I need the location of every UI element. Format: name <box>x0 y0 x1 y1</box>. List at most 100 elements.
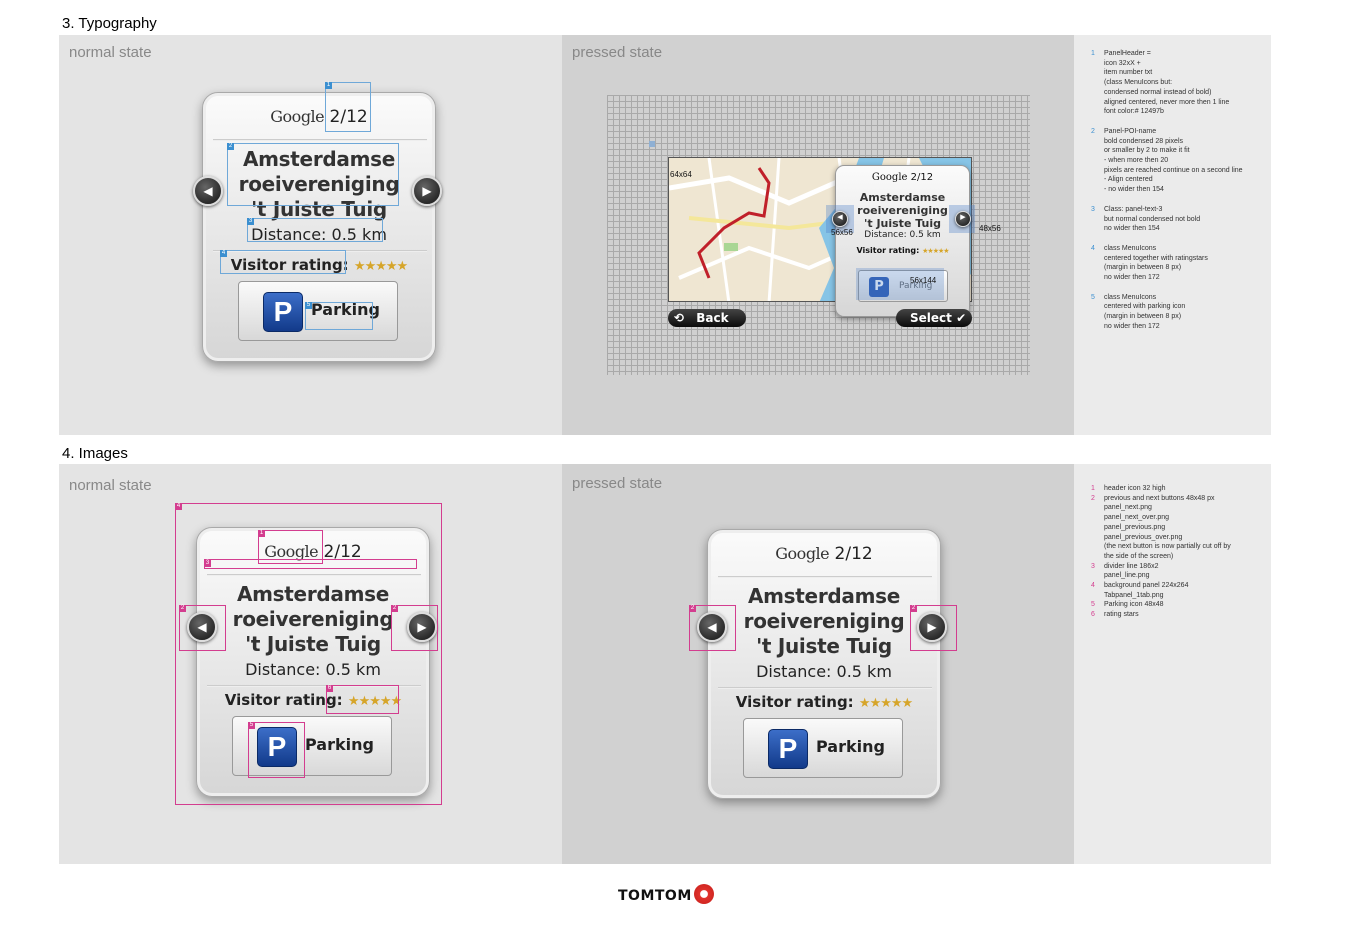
annotation-badge: 5 <box>248 722 255 729</box>
note-number: 6 <box>1091 611 1095 619</box>
note-text: background panel 224x264 Tabpanel_1tab.pn… <box>1104 582 1189 599</box>
tomtom-logo: TOMTOM <box>618 884 714 904</box>
note-number: 2 <box>1091 127 1095 135</box>
tomtom-hand-icon <box>693 884 714 904</box>
annotation-badge: 3 <box>204 560 211 567</box>
note-item: 5 Parking icon 48x48 <box>1091 600 1266 610</box>
dim-prev: 56x56 <box>831 228 853 237</box>
annotation-badge: 2 <box>227 143 234 150</box>
next-button[interactable]: ▶ <box>955 211 971 227</box>
poi-distance: Distance: 0.5 km <box>756 662 892 681</box>
pane-label: pressed state <box>572 44 663 61</box>
annotation-box <box>305 302 373 330</box>
parking-icon: P <box>768 729 808 769</box>
panel-header: Google 2/12 <box>775 544 873 564</box>
note-text: class MenuIcons centered together with ra… <box>1104 244 1208 281</box>
visitor-rating: Visitor rating: ★★★★★ <box>856 246 949 255</box>
note-text: PanelHeader = icon 32xX + item number txt(… <box>1104 50 1230 116</box>
previous-button[interactable]: ◀ <box>832 211 848 227</box>
dim-park: 56x144 <box>910 276 937 285</box>
divider-line <box>213 139 427 141</box>
note-text: Panel-POI-name bold condensed 28 pixels or… <box>1104 127 1243 194</box>
section-images-title: 4. Images <box>62 445 128 462</box>
annotation-box <box>204 559 417 569</box>
back-arrow-icon: ⟲ <box>674 311 685 325</box>
next-button[interactable]: ▶ <box>412 176 442 206</box>
visitor-rating: Visitor rating: ★★★★★ <box>735 693 913 711</box>
note-number: 2 <box>1091 494 1095 502</box>
annotation-badge: 1 <box>325 82 332 89</box>
annotation-box <box>910 605 957 651</box>
annotation-badge: 4 <box>175 503 182 510</box>
poi-panel-pressed: Google 2/12 Amsterdamse roeivereniging't … <box>707 529 941 799</box>
annotation-box <box>325 82 371 132</box>
google-icon: Google <box>871 172 908 183</box>
annotation-box <box>689 605 736 651</box>
select-button[interactable]: Select ✔ <box>896 309 972 327</box>
back-button[interactable]: ⟲ Back <box>668 309 746 327</box>
annotation-box <box>220 250 346 274</box>
note-item: 4 background panel 224x264 Tabpanel_1tab.p… <box>1091 581 1266 600</box>
divider-line <box>718 687 932 689</box>
parking-label: Parking <box>816 737 885 756</box>
annotation-badge: 6 <box>326 685 333 692</box>
parking-icon: P <box>263 292 303 332</box>
note-item: 1 header icon 32 high <box>1091 484 1266 494</box>
rating-stars-icon: ★★★★★ <box>858 696 913 711</box>
annotation-badge: 2 <box>179 605 186 612</box>
note-text: previous and next buttons 48x48 px panel_… <box>1104 494 1231 560</box>
google-icon: Google <box>775 544 830 563</box>
note-item: 2 previous and next buttons 48x48 px panel… <box>1091 494 1266 562</box>
annotation-box <box>326 685 399 714</box>
annotation-box <box>248 722 305 778</box>
note-text: Class: panel-text-3 but normal condensed … <box>1104 205 1201 233</box>
section-typography-title: 3. Typography <box>62 15 157 32</box>
annotation-badge: 1 <box>258 530 265 537</box>
divider-line <box>718 576 932 578</box>
note-text: divider line 186x2 panel_line.png <box>1104 562 1159 580</box>
poi-name: Amsterdamse roeivereniging't Juiste Tuig <box>743 584 905 658</box>
annotation-badge: 2 <box>910 605 917 612</box>
panel-header: Google 2/12 <box>871 172 934 183</box>
note-number: 3 <box>1091 205 1095 213</box>
pane-label: normal state <box>69 44 152 61</box>
google-icon: Google <box>270 107 325 126</box>
annotation-badge: 5 <box>305 302 312 309</box>
annotation-box <box>227 143 399 206</box>
note-item: 6 rating stars <box>1091 610 1266 620</box>
note-number: 5 <box>1091 601 1095 609</box>
annotation-badge: 3 <box>247 218 254 225</box>
note-number: 4 <box>1091 244 1095 252</box>
note-item: 3 divider line 186x2 panel_line.png <box>1091 562 1266 581</box>
dim-icon: 64x64 <box>670 170 692 179</box>
note-item: 1 PanelHeader = icon 32xX + item number txt… <box>1091 49 1266 117</box>
note-number: 1 <box>1091 485 1095 492</box>
pane-label: normal state <box>69 477 152 494</box>
note-item: 3 Class: panel-text-3 but normal condensed… <box>1091 205 1266 234</box>
annotation-box <box>247 218 383 242</box>
note-number: 4 <box>1091 582 1095 589</box>
note-text: class MenuIcons centered with parking ico… <box>1104 293 1186 330</box>
note-text: header icon 32 high <box>1104 485 1166 492</box>
note-item: 5 class MenuIcons centered with parking ic… <box>1091 293 1266 332</box>
previous-button[interactable]: ◀ <box>193 176 223 206</box>
pane-label: pressed state <box>572 475 663 492</box>
annotation-badge: 2 <box>391 605 398 612</box>
grid-marker <box>649 141 655 147</box>
panel-header: Google 2/12 <box>203 107 435 127</box>
annotation-box <box>391 605 438 651</box>
note-item: 2 Panel-POI-name bold condensed 28 pixels o… <box>1091 127 1266 195</box>
note-text: rating stars <box>1104 611 1139 619</box>
annotation-box <box>179 605 226 651</box>
annotation-badge: 4 <box>220 250 227 257</box>
annotation-badge: 2 <box>689 605 696 612</box>
note-number: 1 <box>1091 50 1095 57</box>
note-item: 4 class MenuIcons centered together with r… <box>1091 244 1266 283</box>
dim-next: 48x56 <box>979 224 1001 233</box>
note-number: 5 <box>1091 293 1095 301</box>
note-text: Parking icon 48x48 <box>1104 601 1164 609</box>
checkmark-icon: ✔ <box>956 311 967 325</box>
note-number: 3 <box>1091 562 1095 570</box>
parking-button[interactable]: P Parking <box>743 718 903 778</box>
rating-stars-icon: ★★★★★ <box>353 259 408 274</box>
